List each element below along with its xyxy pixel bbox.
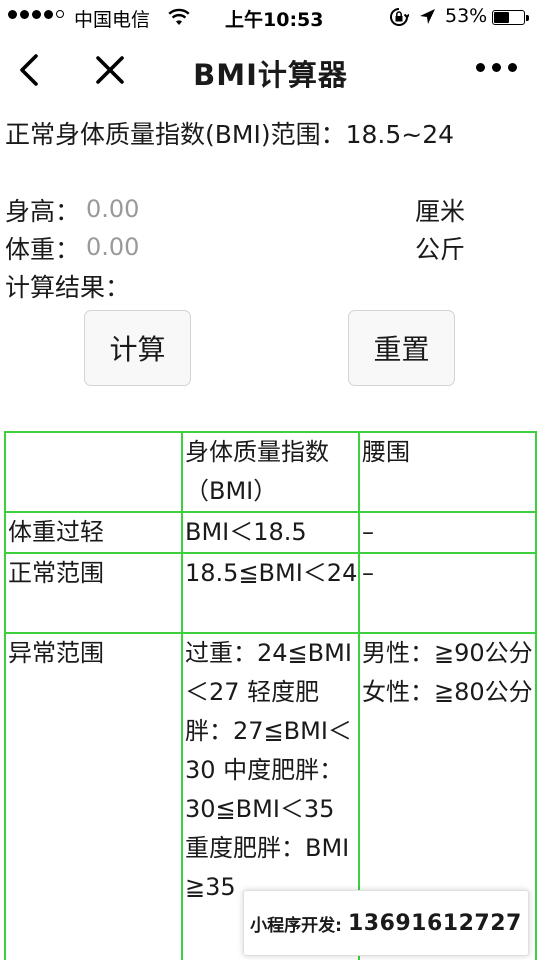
table-header-cell: 腰围 <box>358 431 537 513</box>
developer-contact-badge: 小程序开发: 13691612727 <box>243 890 529 956</box>
table-header-row: 身体质量指数（BMI） 腰围 <box>4 431 537 513</box>
table-cell: 异常范围 <box>4 632 183 960</box>
status-time: 上午10:53 <box>225 9 324 31</box>
signal-dots-icon <box>8 10 64 19</box>
table-cell: – <box>358 511 537 554</box>
table-header-cell: 身体质量指数（BMI） <box>181 431 360 513</box>
orientation-lock-icon <box>389 7 410 32</box>
table-header-cell <box>4 431 183 513</box>
table-cell: – <box>358 552 537 634</box>
battery-cap <box>526 15 529 21</box>
result-label: 计算结果： <box>5 273 131 302</box>
page-title: BMI计算器 <box>193 58 348 92</box>
table-cell: 18.5≦BMI＜24 <box>181 552 360 634</box>
more-dots-icon[interactable] <box>476 63 517 72</box>
calculate-button[interactable]: 计算 <box>84 310 191 386</box>
location-arrow-icon <box>419 8 436 30</box>
developer-phone: 13691612727 <box>347 910 522 936</box>
table-cell: 体重过轻 <box>4 511 183 554</box>
height-label: 身高： <box>5 197 81 226</box>
weight-label: 体重： <box>5 235 81 264</box>
table-row: 体重过轻 BMI＜18.5 – <box>4 511 537 554</box>
height-unit: 厘米 <box>415 197 466 226</box>
status-bar: 中国电信 上午10:53 53% <box>0 0 541 36</box>
bmi-reference-table: 身体质量指数（BMI） 腰围 体重过轻 BMI＜18.5 – 正常范围 18.5… <box>4 431 537 960</box>
height-input[interactable] <box>86 192 396 226</box>
wifi-icon <box>168 8 190 31</box>
table-cell: BMI＜18.5 <box>181 511 360 554</box>
weight-unit: 公斤 <box>415 235 466 264</box>
battery-percent: 53% <box>445 5 488 27</box>
carrier-name: 中国电信 <box>74 9 151 31</box>
normal-bmi-range: 正常身体质量指数(BMI)范围：18.5~24 <box>5 120 455 149</box>
nav-bar: BMI计算器 <box>0 36 541 106</box>
bmi-calculator-screen: 中国电信 上午10:53 53% BMI计算器 正常身体质量指数(BMI)范围：… <box>0 0 541 960</box>
developer-label: 小程序开发: <box>250 915 342 936</box>
battery-icon <box>492 10 525 25</box>
table-row: 正常范围 18.5≦BMI＜24 – <box>4 552 537 634</box>
weight-input[interactable] <box>86 230 396 264</box>
table-cell: 正常范围 <box>4 552 183 634</box>
reset-button[interactable]: 重置 <box>348 310 455 386</box>
battery-level-fill <box>494 12 509 23</box>
